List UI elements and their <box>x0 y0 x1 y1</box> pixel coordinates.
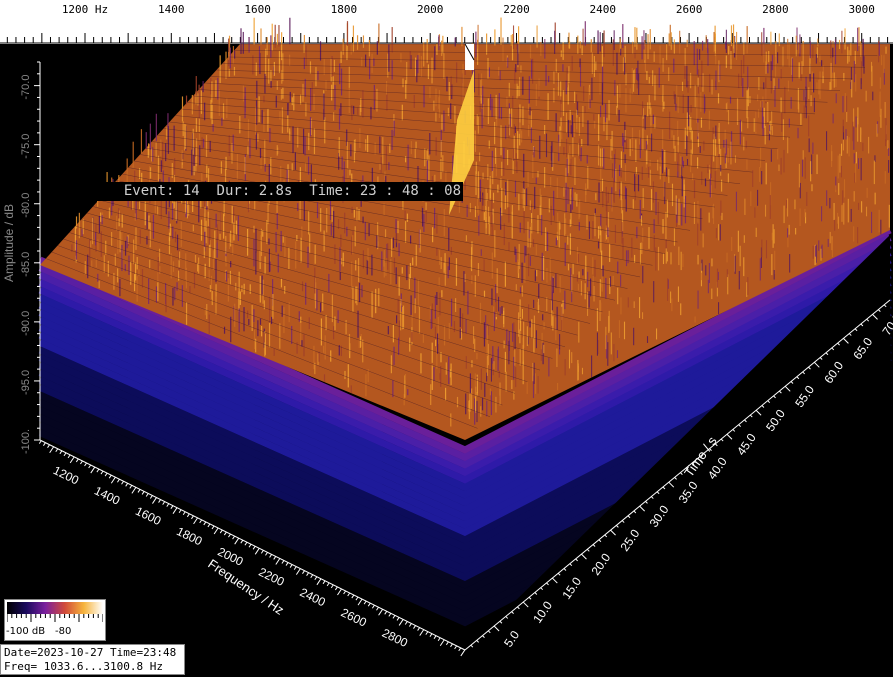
top-tick-label: 1200 Hz <box>62 3 108 16</box>
top-tick-label: 1800 <box>331 3 358 16</box>
amp-tick-label: -95.0 <box>20 370 32 395</box>
waterfall-chart: 1200 Hz 1400 1600 1800 2000 2200 2400 2600 2800 3… <box>0 0 893 677</box>
legend-min-label: -100 dB <box>6 626 46 637</box>
top-tick-label: 2200 <box>503 3 530 16</box>
info-date-time: Date=2023-10-27 Time=23:48 <box>4 646 177 659</box>
top-ruler-bg <box>0 0 893 44</box>
amp-tick-label: -70.0 <box>20 75 32 100</box>
spectrogram-surface <box>0 17 893 677</box>
amplitude-axis-label: Amplitude / dB <box>2 204 16 282</box>
legend-colorbar <box>7 602 103 614</box>
top-tick-label: 1400 <box>158 3 185 16</box>
legend-max-label: -80 <box>55 626 72 637</box>
top-tick-label: 1600 <box>244 3 271 16</box>
event-label: Event: 14 Dur: 2.8s Time: 23 : 48 : 08 <box>44 182 463 201</box>
amplitude-axis: -70.0 -75.0 -80.0 -85.0 -90.0 -95.0 -100. <box>20 61 41 454</box>
legend-ticks <box>7 614 103 622</box>
info-frequency-range: Freq= 1033.6...3100.8 Hz <box>4 660 163 673</box>
top-tick-label: 3000 <box>848 3 875 16</box>
amp-tick-label: -75.0 <box>20 134 32 159</box>
top-tick-label: 2600 <box>676 3 703 16</box>
color-legend: -100 dB -80 <box>4 599 106 641</box>
info-box: Date=2023-10-27 Time=23:48 Freq= 1033.6.… <box>0 644 185 675</box>
amp-tick-label: -90.0 <box>20 311 32 336</box>
amp-tick-label: -100. <box>20 429 32 454</box>
event-text: Event: 14 Dur: 2.8s Time: 23 : 48 : 08 <box>123 183 461 199</box>
amp-tick-label: -85.0 <box>20 252 32 277</box>
top-tick-label: 2400 <box>590 3 617 16</box>
top-tick-label: 2800 <box>762 3 789 16</box>
amp-tick-label: -80.0 <box>20 193 32 218</box>
top-tick-label: 2000 <box>417 3 444 16</box>
